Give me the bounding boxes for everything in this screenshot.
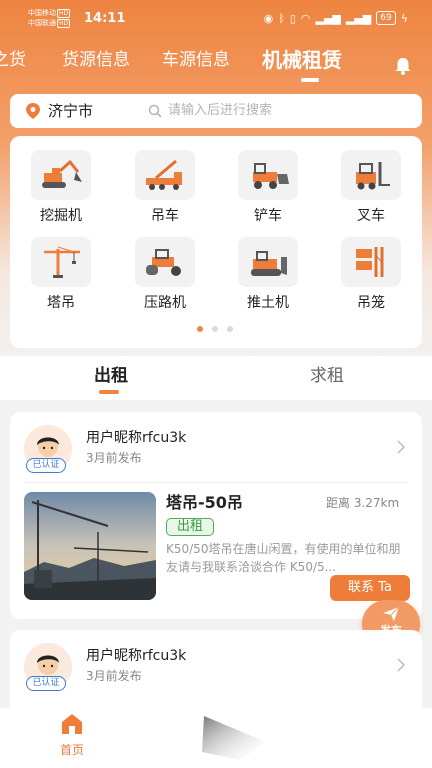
divider xyxy=(24,482,408,483)
tab-want-rent[interactable]: 求租 xyxy=(310,364,344,388)
category-tower-crane[interactable]: 塔吊 xyxy=(21,237,101,319)
nav-home-label: 首页 xyxy=(59,743,84,757)
rent-tag: 出租 xyxy=(166,518,214,536)
wifi-icon: ◠ xyxy=(300,11,311,25)
location-pin-icon xyxy=(26,103,40,119)
nav-item-obscured[interactable] xyxy=(200,712,270,762)
avatar: 已认证 xyxy=(24,643,72,691)
tab-cargo-info[interactable]: 货源信息 xyxy=(62,46,130,74)
chevron-right-icon[interactable] xyxy=(396,658,406,672)
verified-badge: 已认证 xyxy=(26,458,66,473)
tab-vehicle-info[interactable]: 车源信息 xyxy=(162,46,230,74)
post-time: 3月前发布 xyxy=(86,669,142,683)
category-label: 叉车 xyxy=(357,208,385,224)
category-hoist-cage[interactable]: 吊笼 xyxy=(331,237,411,319)
category-loader[interactable]: 铲车 xyxy=(228,150,308,232)
carrier-2: 中国联通 xyxy=(28,19,56,27)
category-label: 吊车 xyxy=(151,208,179,224)
page-indicator xyxy=(197,326,233,332)
bottom-nav: 首页 xyxy=(0,708,432,768)
hoist-cage-icon xyxy=(356,247,384,277)
search-input[interactable]: 请输入后进行搜索 xyxy=(168,102,272,120)
category-label: 压路机 xyxy=(144,295,186,311)
eye-icon: ◉ xyxy=(263,11,274,25)
nav-home[interactable]: 首页 xyxy=(48,712,96,762)
category-label: 挖掘机 xyxy=(40,208,82,224)
user-name: 用户昵称rfcu3k xyxy=(86,430,187,446)
verified-badge: 已认证 xyxy=(26,676,66,691)
bluetooth-icon: ᛒ xyxy=(278,11,285,25)
category-label: 推土机 xyxy=(247,295,289,311)
tower-crane-icon xyxy=(44,246,80,278)
listing-photo[interactable] xyxy=(24,492,156,600)
status-bar: 中国移动 HD 中国联通 HD 14:11 ◉ ᛒ ▯ ◠ ▂▄▆ ▂▄▆ 69 ϟ xyxy=(0,0,432,36)
search-bar: 济宁市 请输入后进行搜索 xyxy=(10,94,422,128)
paper-plane-icon xyxy=(383,606,400,621)
home-icon xyxy=(62,714,82,734)
category-bulldozer[interactable]: 推土机 xyxy=(228,237,308,319)
contact-button[interactable]: 联系 Ta xyxy=(330,575,410,601)
road-roller-icon xyxy=(146,249,181,276)
listing-card[interactable]: 已认证 用户昵称rfcu3k 3月前发布 xyxy=(10,630,422,720)
tab-goods[interactable]: 之货 xyxy=(0,46,26,74)
category-label: 吊笼 xyxy=(357,295,385,311)
carrier-info: 中国移动 HD 中国联通 HD xyxy=(28,8,71,28)
chevron-right-icon[interactable] xyxy=(396,440,406,454)
tab-machinery-rental[interactable]: 机械租赁 xyxy=(262,46,342,74)
category-label: 塔吊 xyxy=(47,295,75,311)
category-road-roller[interactable]: 压路机 xyxy=(125,237,205,319)
category-grid: 挖掘机 吊车 铲车 叉车 塔吊 压路机 推土机 吊笼 xyxy=(10,136,422,348)
crane-truck-icon xyxy=(146,159,182,190)
tab-indicator xyxy=(301,78,319,82)
bulldozer-icon xyxy=(251,251,287,276)
distance-label: 距离 3.27km xyxy=(326,496,400,510)
tab-for-rent[interactable]: 出租 xyxy=(94,364,128,388)
page-dot-active xyxy=(197,326,203,332)
top-tabs: 之货 货源信息 车源信息 机械租赁 xyxy=(0,46,432,76)
page-dot xyxy=(227,326,233,332)
city-selector[interactable]: 济宁市 xyxy=(48,100,93,122)
category-label: 铲车 xyxy=(254,208,282,224)
vibrate-icon: ▯ xyxy=(289,11,296,25)
charging-icon: ϟ xyxy=(400,11,408,25)
battery-icon: 69 xyxy=(376,11,396,25)
hd-badge: HD xyxy=(57,19,71,28)
hd-badge: HD xyxy=(57,9,71,18)
excavator-icon xyxy=(42,159,82,188)
page-dot xyxy=(212,326,218,332)
signal-icon: ▂▄▆ xyxy=(315,11,341,25)
sub-tab-indicator xyxy=(99,390,119,394)
status-time: 14:11 xyxy=(84,11,126,26)
forklift-icon xyxy=(356,162,390,190)
post-time: 3月前发布 xyxy=(86,451,142,465)
bell-icon[interactable] xyxy=(393,56,413,76)
carrier-1: 中国移动 xyxy=(28,9,56,17)
category-excavator[interactable]: 挖掘机 xyxy=(21,150,101,232)
user-name: 用户昵称rfcu3k xyxy=(86,648,187,664)
avatar: 已认证 xyxy=(24,425,72,473)
category-forklift[interactable]: 叉车 xyxy=(331,150,411,232)
listing-card[interactable]: 已认证 用户昵称rfcu3k 3月前发布 塔吊-50吊 距离 3.27km 出租… xyxy=(10,412,422,619)
listing-description: K50/50塔吊在唐山闲置，有使用的单位和朋友请与我联系洽谈合作 K50/5..… xyxy=(166,542,401,574)
status-icons: ◉ ᛒ ▯ ◠ ▂▄▆ ▂▄▆ 69 ϟ xyxy=(264,11,408,25)
rental-tabs: 出租 求租 xyxy=(0,356,432,400)
search-icon xyxy=(148,104,162,118)
loader-icon xyxy=(253,163,289,189)
category-crane-truck[interactable]: 吊车 xyxy=(125,150,205,232)
listing-title: 塔吊-50吊 xyxy=(166,493,243,512)
signal-icon: ▂▄▆ xyxy=(345,11,372,25)
